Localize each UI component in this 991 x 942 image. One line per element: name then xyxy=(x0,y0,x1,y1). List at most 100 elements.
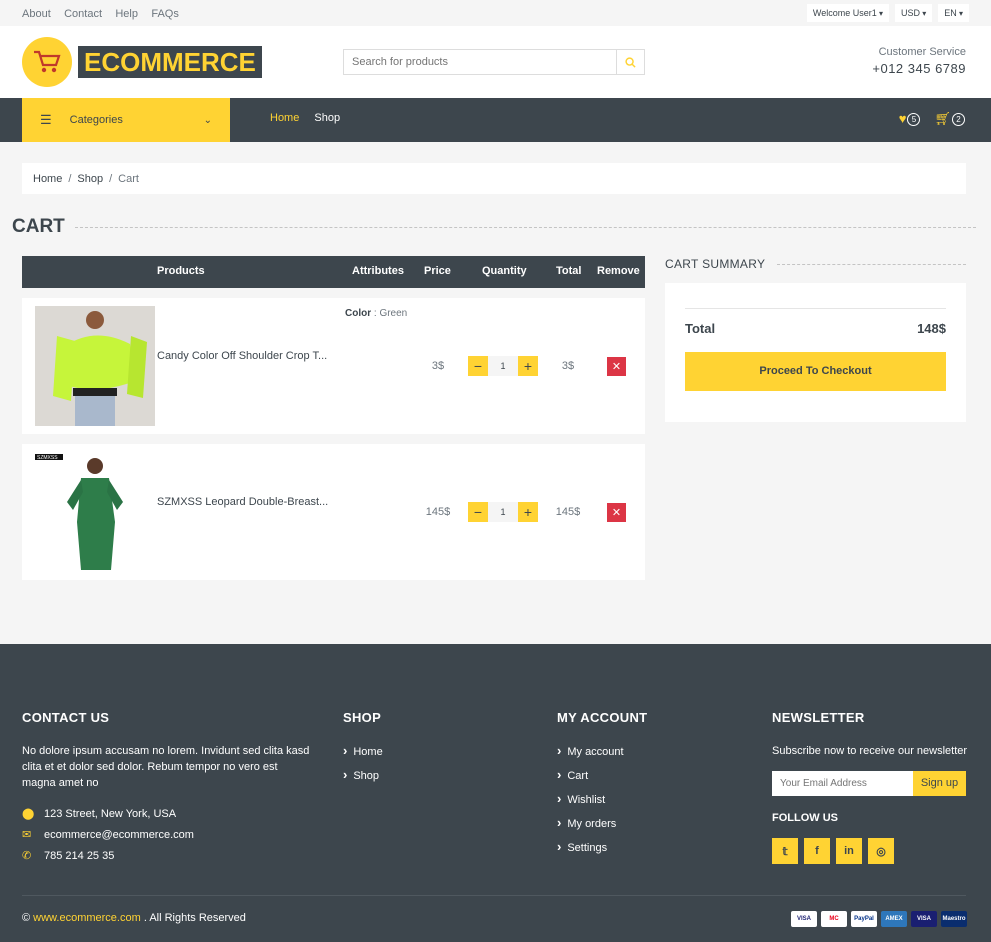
footer-link-wishlist[interactable]: Wishlist xyxy=(557,791,647,806)
copyright-link[interactable]: www.ecommerce.com xyxy=(33,912,141,924)
logo[interactable]: ECOMMERCE xyxy=(22,37,262,87)
footer-contact: CONTACT US No dolore ipsum accusam no lo… xyxy=(22,710,312,862)
visa-icon: VISA xyxy=(791,911,817,927)
title-divider xyxy=(74,226,976,228)
currency-dropdown[interactable]: USD xyxy=(894,4,933,22)
copyright-text: . All Rights Reserved xyxy=(143,912,246,924)
footer-shop-title: SHOP xyxy=(343,710,382,725)
proceed-to-checkout-button[interactable]: Proceed To Checkout xyxy=(685,352,946,391)
quantity-value[interactable]: 1 xyxy=(488,502,518,522)
cart-row: Candy Color Off Shoulder Crop T... Color… xyxy=(22,298,645,434)
remove-button[interactable]: ✕ xyxy=(607,357,626,376)
summary-total-value: 148$ xyxy=(917,321,946,336)
categories-dropdown[interactable]: ☰ Categories ⌄ xyxy=(22,98,230,142)
footer-link-home[interactable]: Home xyxy=(343,743,382,758)
map-marker-icon: ⬤ xyxy=(22,808,35,820)
newsletter-form: Sign up xyxy=(772,771,972,796)
footer-email-text[interactable]: ecommerce@ecommerce.com xyxy=(44,829,194,841)
payment-methods: VISA MC PayPal AMEX VISA Maestro xyxy=(791,911,967,927)
faqs-link[interactable]: FAQs xyxy=(151,8,179,20)
breadcrumb-home[interactable]: Home xyxy=(33,173,62,185)
user-menu-dropdown[interactable]: Welcome User1 xyxy=(806,4,889,22)
copyright: © www.ecommerce.com . All Rights Reserve… xyxy=(22,912,246,924)
product-attribute: Color : Green xyxy=(345,308,408,319)
top-bar: About Contact Help FAQs Welcome User1 US… xyxy=(0,0,991,26)
nav-icons: ♥ 5 🛒︎ 2 xyxy=(899,111,965,127)
product-image-tag: SZMXSS xyxy=(37,455,58,461)
footer-email: ✉ ecommerce@ecommerce.com xyxy=(22,828,312,842)
facebook-icon[interactable]: f xyxy=(804,838,830,864)
main-navbar: ☰ Categories ⌄ Home Shop ♥ 5 🛒︎ 2 xyxy=(0,98,991,142)
search-bar xyxy=(343,49,645,75)
nav-shop-link[interactable]: Shop xyxy=(314,112,340,124)
decrease-quantity-button[interactable]: − xyxy=(468,356,488,376)
product-total: 3$ xyxy=(561,360,575,372)
nav-home-link[interactable]: Home xyxy=(270,112,299,124)
footer-shop: SHOP Home Shop xyxy=(343,710,383,791)
col-total: Total xyxy=(556,265,582,277)
wishlist-button[interactable]: ♥ 5 xyxy=(899,111,921,127)
footer-address: ⬤ 123 Street, New York, USA xyxy=(22,807,312,821)
product-name[interactable]: Candy Color Off Shoulder Crop T... xyxy=(157,350,327,362)
help-link[interactable]: Help xyxy=(115,8,138,20)
close-icon: ✕ xyxy=(611,507,622,519)
attribute-value: Green xyxy=(379,308,408,319)
newsletter-signup-button[interactable]: Sign up xyxy=(913,771,966,796)
increase-quantity-button[interactable]: + xyxy=(518,356,538,376)
breadcrumb-current: Cart xyxy=(118,172,139,185)
increase-quantity-button[interactable]: + xyxy=(518,502,538,522)
footer-link-my-account[interactable]: My account xyxy=(557,743,647,758)
breadcrumb-shop[interactable]: Shop xyxy=(77,173,103,185)
cart-count: 2 xyxy=(952,113,965,127)
linkedin-icon[interactable]: in xyxy=(836,838,862,864)
quantity-value[interactable]: 1 xyxy=(488,356,518,376)
breadcrumb-separator: / xyxy=(68,172,72,185)
chevron-down-icon: ⌄ xyxy=(203,114,212,126)
cart-button[interactable]: 🛒︎ 2 xyxy=(934,111,965,127)
phone-icon: ✆ xyxy=(22,850,32,862)
product-image[interactable]: SZMXSS xyxy=(35,452,155,572)
about-link[interactable]: About xyxy=(22,8,51,20)
categories-label: Categories xyxy=(69,114,123,126)
footer-phone: ✆ 785 214 25 35 xyxy=(22,849,312,863)
title-divider xyxy=(777,263,966,265)
footer-link-settings[interactable]: Settings xyxy=(557,839,647,854)
col-quantity: Quantity xyxy=(482,265,527,277)
logo-text: ECOMMERCE xyxy=(78,46,262,78)
product-image[interactable] xyxy=(35,306,155,426)
contact-link[interactable]: Contact xyxy=(64,8,102,20)
cart-summary: Total 148$ Proceed To Checkout xyxy=(665,283,966,422)
product-name[interactable]: SZMXSS Leopard Double-Breast... xyxy=(157,496,328,508)
search-icon xyxy=(625,56,636,68)
visa-electron-icon: VISA xyxy=(911,911,937,927)
product-total: 145$ xyxy=(555,506,581,518)
language-dropdown[interactable]: EN xyxy=(938,4,969,22)
customer-service-label: Customer Service xyxy=(878,46,966,58)
social-links: 𝕥 f in ◎ xyxy=(772,838,972,864)
mastercard-icon: MC xyxy=(821,911,847,927)
footer-account: MY ACCOUNT My account Cart Wishlist My o… xyxy=(557,710,647,863)
quantity-stepper: − 1 + xyxy=(468,356,538,376)
cart-summary-title-row: CART SUMMARY xyxy=(665,257,966,271)
product-price: 145$ xyxy=(425,506,451,518)
remove-button[interactable]: ✕ xyxy=(607,503,626,522)
footer-link-shop[interactable]: Shop xyxy=(343,767,383,782)
quantity-stepper: − 1 + xyxy=(468,502,538,522)
newsletter-email-input[interactable] xyxy=(772,771,913,796)
breadcrumb-separator: / xyxy=(109,172,113,185)
heart-icon: ♥ xyxy=(898,111,907,126)
decrease-quantity-button[interactable]: − xyxy=(468,502,488,522)
footer-link-my-orders[interactable]: My orders xyxy=(557,815,647,830)
page-title-row: CART xyxy=(12,216,976,238)
menu-icon: ☰ xyxy=(40,112,52,127)
top-dropdowns: Welcome User1 USD EN xyxy=(806,4,969,22)
instagram-icon[interactable]: ◎ xyxy=(868,838,894,864)
copyright-symbol: © xyxy=(22,912,31,924)
footer-phone-text: 785 214 25 35 xyxy=(44,849,115,862)
search-button[interactable] xyxy=(616,50,644,74)
twitter-icon[interactable]: 𝕥 xyxy=(772,838,798,864)
footer-link-cart[interactable]: Cart xyxy=(557,767,647,782)
col-remove: Remove xyxy=(597,265,640,277)
customer-service-phone: +012 345 6789 xyxy=(872,61,966,76)
search-input[interactable] xyxy=(344,50,616,74)
